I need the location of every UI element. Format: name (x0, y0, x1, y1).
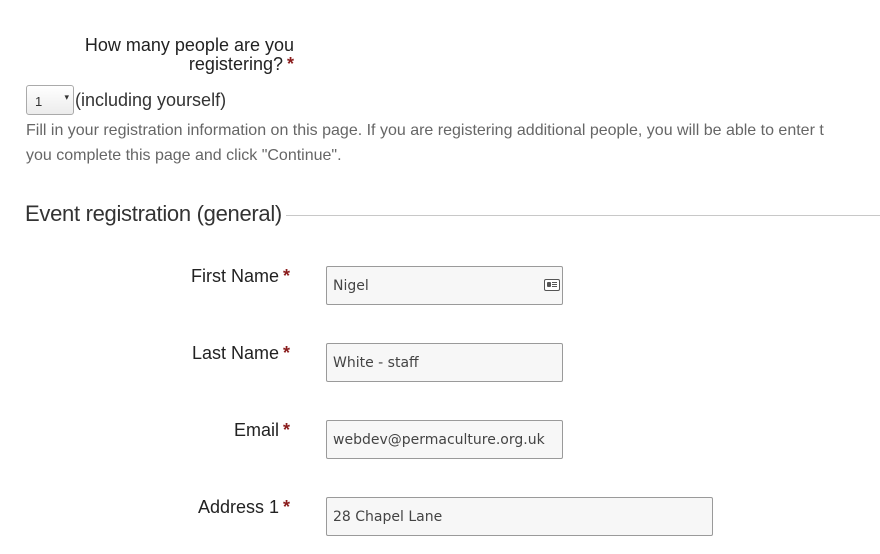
chevron-down-icon: ▾ (64, 92, 69, 102)
email-input[interactable] (326, 420, 563, 459)
section-title: Event registration (general) (25, 201, 282, 226)
required-asterisk: * (282, 343, 290, 363)
first-name-label: First Name * (100, 266, 290, 287)
last-name-input[interactable] (326, 343, 563, 382)
first-name-input[interactable] (326, 266, 563, 305)
people-count-row: 1 ▾ (including yourself) (26, 85, 226, 115)
people-count-value: 1 (35, 94, 43, 109)
email-label-text: Email (233, 420, 279, 440)
people-count-question: How many people are you registering? (84, 35, 294, 74)
people-count-label: How many people are you registering? * (26, 36, 294, 74)
address1-label: Address 1 * (100, 497, 290, 518)
address1-input[interactable] (326, 497, 713, 536)
required-asterisk: * (282, 497, 290, 517)
help-line-1: Fill in your registration information on… (26, 122, 824, 139)
address1-label-text: Address 1 (197, 497, 279, 517)
required-asterisk: * (282, 420, 290, 440)
contact-card-icon[interactable] (544, 279, 560, 291)
required-asterisk: * (282, 266, 290, 286)
first-name-label-text: First Name (190, 266, 279, 286)
last-name-label-text: Last Name (191, 343, 279, 363)
required-asterisk: * (286, 54, 294, 74)
registration-help-text: Fill in your registration information on… (26, 118, 880, 168)
help-line-2: you complete this page and click "Contin… (26, 147, 342, 164)
last-name-label: Last Name * (100, 343, 290, 364)
people-count-select[interactable]: 1 ▾ (26, 85, 74, 115)
email-label: Email * (100, 420, 290, 441)
including-yourself-note: (including yourself) (75, 89, 227, 110)
section-legend: Event registration (general) (25, 201, 880, 227)
section-divider (285, 214, 880, 216)
